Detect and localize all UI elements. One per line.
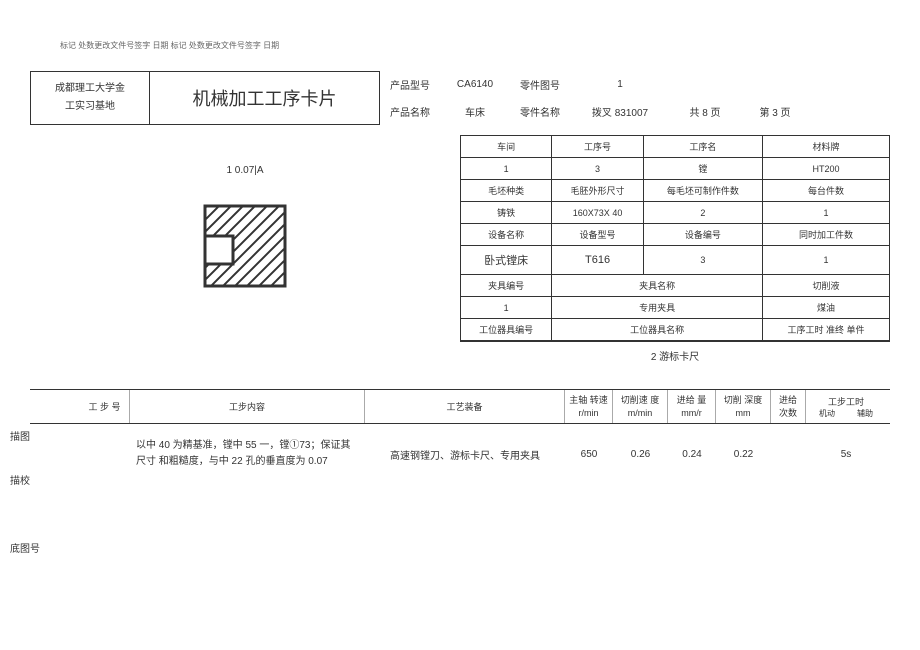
steps-header: 工 步 号 工步内容 工艺装备 主轴 转速r/min 切削速 度m/min 进给… bbox=[30, 389, 890, 424]
left-diagram: 1 0.07|A bbox=[30, 135, 460, 369]
material-val: HT200 bbox=[763, 158, 890, 180]
table-row: 铸铁 160X73X 40 2 1 bbox=[461, 202, 890, 224]
col-feed-label: 进给 量mm/r bbox=[668, 390, 716, 423]
step-rpm: 650 bbox=[565, 449, 613, 460]
process-no-val: 3 bbox=[552, 158, 643, 180]
blank-type-val: 铸铁 bbox=[461, 202, 552, 224]
equip-model-label: 设备型号 bbox=[552, 224, 643, 246]
workshop-val: 1 bbox=[461, 158, 552, 180]
per-blank-label: 每毛坯可制作件数 bbox=[643, 180, 762, 202]
blank-size-label: 毛胚外形尺寸 bbox=[552, 180, 643, 202]
workshop-label: 车间 bbox=[461, 136, 552, 158]
per-blank-val: 2 bbox=[643, 202, 762, 224]
table-row: 卧式镗床 T616 3 1 bbox=[461, 246, 890, 275]
time-sub2: 辅助 bbox=[846, 408, 884, 419]
middle-section: 1 0.07|A 车间 工序号 工序名 材料牌 1 3 镗 bbox=[30, 135, 890, 369]
side-label-miaojiao: 描校 bbox=[10, 472, 30, 487]
fixture-no-label: 夹具编号 bbox=[461, 275, 552, 297]
part-drawing: 1 bbox=[570, 75, 670, 94]
info-table: 车间 工序号 工序名 材料牌 1 3 镗 HT200 毛坯种类 毛胚外形尺寸 每… bbox=[460, 135, 890, 341]
product-name: 车床 bbox=[440, 100, 510, 123]
step-content: 以中 40 为精基准，镗中 55 一，镗①73；保证其尺寸 和粗糙度，与中 22… bbox=[130, 438, 365, 470]
concurrent-label: 同时加工件数 bbox=[763, 224, 890, 246]
header-row: 成都理工大学金 工实习基地 机械加工工序卡片 产品型号 CA6140 零件图号 … bbox=[30, 71, 890, 125]
table-row: 工位器具编号 工位器具名称 工序工时 准终 单件 bbox=[461, 319, 890, 341]
step-row: 以中 40 为精基准，镗中 55 一，镗①73；保证其尺寸 和粗糙度，与中 22… bbox=[30, 424, 890, 484]
material-label: 材料牌 bbox=[763, 136, 890, 158]
col-passes-label: 进给次数 bbox=[771, 390, 806, 423]
process-time-label: 工序工时 准终 单件 bbox=[763, 319, 890, 341]
equip-model-val: T616 bbox=[552, 246, 643, 275]
dimension-text: 1 0.07|A bbox=[226, 165, 263, 176]
col-cutspeed-label: 切削速 度m/min bbox=[613, 390, 668, 423]
part-name: 拨叉 831007 bbox=[570, 100, 670, 123]
step-time: 5s bbox=[806, 449, 886, 460]
table-row: 1 3 镗 HT200 bbox=[461, 158, 890, 180]
equip-no-label: 设备编号 bbox=[643, 224, 762, 246]
equip-name-val: 卧式镗床 bbox=[461, 246, 552, 275]
vernier-caliper-row: 2 游标卡尺 bbox=[460, 341, 890, 369]
fixture-no-val: 1 bbox=[461, 297, 552, 319]
concurrent-val: 1 bbox=[763, 246, 890, 275]
part-drawing-label: 零件图号 bbox=[510, 73, 570, 96]
coolant-label: 切削液 bbox=[763, 275, 890, 297]
product-model-label: 产品型号 bbox=[380, 73, 440, 96]
time-sub1: 机动 bbox=[808, 408, 846, 419]
process-name-val: 镗 bbox=[643, 158, 762, 180]
station-no-label: 工位器具编号 bbox=[461, 319, 552, 341]
fixture-name-label: 夹具名称 bbox=[552, 275, 763, 297]
side-label-ditu: 底图号 bbox=[10, 540, 40, 555]
product-model: CA6140 bbox=[440, 75, 510, 94]
process-no-label: 工序号 bbox=[552, 136, 643, 158]
school-cell: 成都理工大学金 工实习基地 bbox=[30, 71, 150, 125]
equip-name-label: 设备名称 bbox=[461, 224, 552, 246]
model-block: 产品型号 CA6140 零件图号 1 产品名称 车床 零件名称 拨叉 83100… bbox=[380, 71, 890, 125]
school-line2: 工实习基地 bbox=[65, 98, 115, 116]
product-name-label: 产品名称 bbox=[380, 100, 440, 123]
table-row: 设备名称 设备型号 设备编号 同时加工件数 bbox=[461, 224, 890, 246]
table-row: 毛坯种类 毛胚外形尺寸 每毛坯可制作件数 每台件数 bbox=[461, 180, 890, 202]
part-name-label: 零件名称 bbox=[510, 100, 570, 123]
step-depth: 0.22 bbox=[716, 449, 771, 460]
blank-size-val: 160X73X 40 bbox=[552, 202, 643, 224]
equip-no-val: 3 bbox=[643, 246, 762, 275]
per-unit-val: 1 bbox=[763, 202, 890, 224]
fixture-name-val: 专用夹具 bbox=[552, 297, 763, 319]
school-line1: 成都理工大学金 bbox=[55, 80, 125, 98]
col-depth-label: 切削 深度mm bbox=[716, 390, 771, 423]
page-no: 第 3 页 bbox=[740, 100, 810, 123]
revision-note: 标记 处数更改文件号签字 日期 标记 处数更改文件号签字 日期 bbox=[60, 40, 890, 51]
station-name-label: 工位器具名称 bbox=[552, 319, 763, 341]
blank-type-label: 毛坯种类 bbox=[461, 180, 552, 202]
per-unit-label: 每台件数 bbox=[763, 180, 890, 202]
col-equip-label: 工艺装备 bbox=[365, 390, 565, 423]
col-time-label: 工步工时 机动 辅助 bbox=[806, 390, 886, 423]
step-cutspeed: 0.26 bbox=[613, 449, 668, 460]
col-stepno-label: 工 步 号 bbox=[80, 390, 130, 423]
step-feed: 0.24 bbox=[668, 449, 716, 460]
table-row: 夹具编号 夹具名称 切削液 bbox=[461, 275, 890, 297]
step-equip: 高速钢镗刀、游标卡尺、专用夹具 bbox=[365, 447, 565, 462]
pages-label: 共 8 页 bbox=[670, 100, 740, 123]
col-content-label: 工步内容 bbox=[130, 390, 365, 423]
card-title: 机械加工工序卡片 bbox=[150, 71, 380, 125]
table-row: 1 专用夹具 煤油 bbox=[461, 297, 890, 319]
coolant-val: 煤油 bbox=[763, 297, 890, 319]
section-hatch-icon bbox=[200, 201, 290, 291]
col-rpm-label: 主轴 转速r/min bbox=[565, 390, 613, 423]
right-info-tables: 车间 工序号 工序名 材料牌 1 3 镗 HT200 毛坯种类 毛胚外形尺寸 每… bbox=[460, 135, 890, 369]
side-label-miaotu: 描图 bbox=[10, 428, 30, 443]
table-row: 车间 工序号 工序名 材料牌 bbox=[461, 136, 890, 158]
process-name-label: 工序名 bbox=[643, 136, 762, 158]
